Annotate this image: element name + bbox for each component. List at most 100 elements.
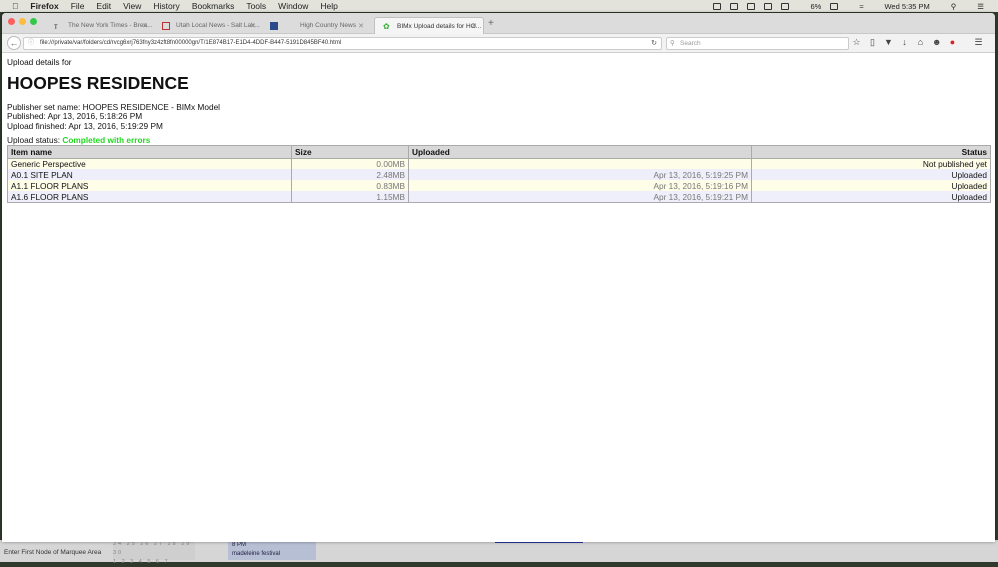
tab-label: BIMx Upload details for HO... (397, 22, 482, 30)
item-size: 1.15MB (291, 191, 409, 203)
item-status: Uploaded (751, 180, 991, 192)
col-item-name: Item name (7, 144, 292, 159)
tab-bimx-upload[interactable]: ✿ BIMx Upload details for HO... ✕ (374, 17, 484, 34)
col-size: Size (291, 144, 409, 159)
nav-toolbar: ← ⓘ file:///private/var/folders/cd/rvcg6x… (2, 34, 995, 53)
page-lead: Upload details for (7, 57, 72, 67)
calendar-row: 24 25 26 27 28 29 30 (113, 541, 192, 556)
calendar-row: 1 2 3 4 5 6 7 (113, 559, 170, 565)
menu-file[interactable]: File (71, 1, 85, 11)
reload-icon[interactable]: ↻ (651, 38, 657, 49)
item-name: A0.1 SITE PLAN (7, 169, 292, 181)
menu-tools[interactable]: Tools (246, 1, 266, 11)
col-uploaded: Uploaded (408, 144, 752, 159)
tab-high-country-news[interactable]: High Country News ✕ (262, 17, 370, 34)
nyt-favicon: ᴛ (54, 21, 58, 31)
tab-label: High Country News (300, 22, 356, 29)
item-status: Uploaded (751, 169, 991, 181)
tab-nytimes[interactable]: ᴛ The New York Times - Brea... ✕ (46, 17, 154, 34)
item-status: Not published yet (751, 158, 991, 170)
tab-bar: ᴛ The New York Times - Brea... ✕ Utah Loca… (2, 13, 995, 34)
minimize-window-button[interactable] (19, 18, 26, 25)
battery-percent[interactable]: 6% (810, 2, 821, 11)
hamburger-menu-icon[interactable]: ☰ (974, 37, 983, 48)
pocket-icon[interactable]: ▼ (884, 37, 893, 48)
tab-label: Utah Local News - Salt Lak... (176, 22, 260, 29)
upload-status: Upload status: Completed with errors (7, 134, 990, 145)
menu-history[interactable]: History (153, 1, 179, 11)
menu-help[interactable]: Help (320, 1, 337, 11)
background-app: Enter First Node of Marquee Area 24 25 2… (0, 540, 998, 565)
table-row: A1.1 FLOOR PLANS 0.83MB Apr 13, 2016, 5:19… (7, 180, 991, 192)
macos-menubar:  Firefox File Edit View History Bookmar… (0, 0, 998, 12)
background-status-text: Enter First Node of Marquee Area (4, 549, 102, 556)
page-content: Upload details for HOOPES RESIDENCE Publ… (2, 53, 995, 207)
close-tab-icon[interactable]: ✕ (142, 22, 148, 30)
col-status: Status (751, 144, 991, 159)
download-icon[interactable]: ↓ (900, 37, 909, 48)
event-title: madeleine festival (232, 551, 281, 557)
menu-view[interactable]: View (123, 1, 141, 11)
bookmark-star-icon[interactable]: ☆ (852, 37, 861, 48)
status-icon[interactable] (713, 2, 722, 10)
menu-window[interactable]: Window (278, 1, 308, 11)
background-event: 8 PM madeleine festival (228, 540, 316, 560)
battery-icon[interactable] (830, 2, 839, 10)
item-size: 0.83MB (291, 180, 409, 192)
status-icon[interactable] (764, 2, 773, 10)
back-button[interactable]: ← (7, 36, 21, 50)
item-uploaded: Apr 13, 2016, 5:19:16 PM (408, 180, 752, 192)
status-icon[interactable] (730, 2, 739, 10)
close-tab-icon[interactable]: ✕ (358, 22, 364, 30)
zoom-window-button[interactable] (30, 18, 37, 25)
airplay-icon[interactable] (781, 2, 790, 10)
upload-status-value: Completed with errors (62, 134, 151, 145)
menu-bookmarks[interactable]: Bookmarks (192, 1, 235, 11)
home-icon[interactable]: ⌂ (916, 37, 925, 48)
url-bar[interactable]: ⓘ file:///private/var/folders/cd/rvcg6xrj… (23, 37, 662, 50)
menu-edit[interactable]: Edit (96, 1, 111, 11)
utah-favicon (162, 21, 170, 30)
close-tab-icon[interactable]: ✕ (471, 22, 477, 30)
bimx-favicon: ✿ (383, 22, 390, 31)
hcn-favicon (270, 21, 278, 30)
item-uploaded (408, 158, 752, 170)
table-row: Generic Perspective 0.00MB Not published y… (7, 158, 991, 170)
close-window-button[interactable] (8, 18, 15, 25)
new-tab-button[interactable]: + (488, 18, 494, 29)
search-input[interactable]: ⚲ Search (666, 37, 849, 50)
wifi-icon[interactable]: ≈ (859, 2, 863, 11)
item-name: A1.1 FLOOR PLANS (7, 180, 292, 192)
tab-utah-news[interactable]: Utah Local News - Salt Lak... ✕ (154, 17, 262, 34)
item-uploaded: Apr 13, 2016, 5:19:25 PM (408, 169, 752, 181)
item-size: 0.00MB (291, 158, 409, 170)
url-text: file:///private/var/folders/cd/rvcg6xrj7… (40, 40, 342, 46)
reading-list-icon[interactable]: ▯ (868, 37, 877, 48)
adblock-icon[interactable]: ● (948, 37, 957, 48)
event-time: 8 PM (232, 542, 247, 548)
publisher-set-name: Publisher set name: HOOPES RESIDENCE - B… (7, 102, 221, 112)
page-title: HOOPES RESIDENCE (7, 73, 189, 93)
background-calendar: 24 25 26 27 28 29 30 1 2 3 4 5 6 7 (113, 540, 195, 565)
upload-status-label: Upload status: (7, 134, 63, 145)
menu-app-name[interactable]: Firefox (30, 1, 58, 11)
item-size: 2.48MB (291, 169, 409, 181)
apple-icon[interactable]:  (12, 1, 18, 11)
item-name: Generic Perspective (7, 158, 292, 170)
clock[interactable]: Wed 5:35 PM (884, 2, 929, 11)
table-row: A1.6 FLOOR PLANS 1.15MB Apr 13, 2016, 5:19… (7, 191, 991, 203)
close-tab-icon[interactable]: ✕ (250, 22, 256, 30)
table-row: A0.1 SITE PLAN 2.48MB Apr 13, 2016, 5:19:2… (7, 169, 991, 181)
upload-items-table: Item name Size Uploaded Status Generic P… (7, 144, 991, 203)
item-name: A1.6 FLOOR PLANS (7, 191, 292, 203)
notification-center-icon[interactable]: ☰ (977, 2, 984, 11)
upload-finished-time: Upload finished: Apr 13, 2016, 5:19:29 P… (7, 120, 163, 131)
spotlight-icon[interactable]: ⚲ (951, 2, 957, 11)
item-uploaded: Apr 13, 2016, 5:19:21 PM (408, 191, 752, 203)
tab-label: The New York Times - Brea... (68, 22, 153, 29)
info-icon[interactable]: ⓘ (28, 38, 34, 49)
status-icon[interactable] (747, 2, 756, 10)
chat-icon[interactable]: ☻ (932, 37, 941, 48)
search-placeholder: Search (680, 40, 701, 47)
firefox-window: ᴛ The New York Times - Brea... ✕ Utah Loca… (2, 13, 995, 542)
